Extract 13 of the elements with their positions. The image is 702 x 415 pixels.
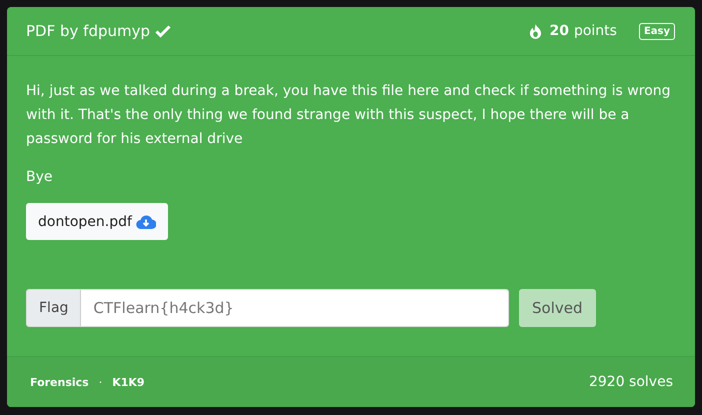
- challenge-title: PDF by fdpumyp: [26, 22, 150, 40]
- fire-icon: [529, 24, 542, 38]
- cloud-download-icon: [136, 214, 156, 230]
- points-value: 20: [549, 23, 569, 39]
- difficulty-badge: Easy: [638, 22, 675, 40]
- points-label: points: [574, 23, 617, 39]
- separator-dot: ·: [98, 376, 102, 388]
- description-paragraph: Bye: [26, 168, 54, 187]
- solves-count: 2920 solves: [588, 374, 673, 390]
- author-label: K1K9: [112, 376, 145, 388]
- description-paragraph: Hi, just as we talked during a break, you have this file here and check if something is wrong with it. That's the only thing we found strange with this suspect, I hope there will be a password for his external drive: [26, 82, 672, 149]
- file-download-button[interactable]: dontopen.pdf: [26, 203, 168, 240]
- category-label: Forensics: [30, 376, 89, 388]
